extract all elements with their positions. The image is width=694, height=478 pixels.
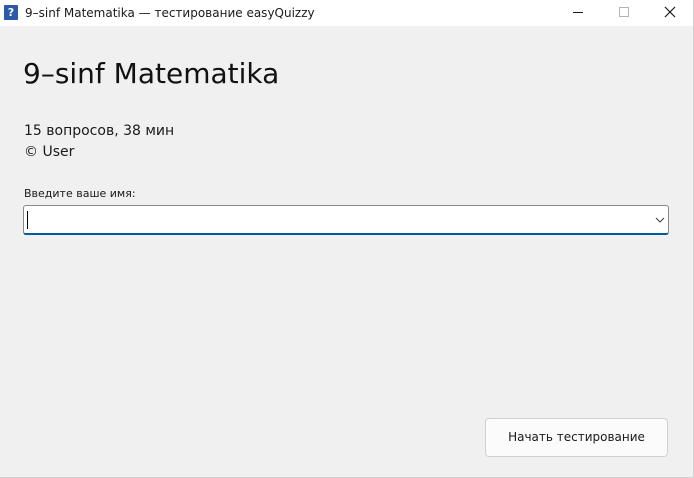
text-caret [27,211,28,229]
minimize-button[interactable] [555,0,601,26]
app-icon: ? [4,5,18,20]
name-combobox[interactable] [23,205,669,235]
maximize-button[interactable] [601,0,647,26]
page-title: 9–sinf Matematika [23,57,280,90]
app-window: ? 9–sinf Matematika — тестирование easyQ… [0,0,694,478]
test-summary: 15 вопросов, 38 мин [24,123,175,139]
name-input[interactable] [26,208,636,230]
name-field-label: Введите ваше имя: [24,187,136,200]
minimize-icon [573,12,583,13]
title-bar[interactable]: ? 9–sinf Matematika — тестирование easyQ… [0,0,693,26]
close-icon [664,6,676,18]
window-title: 9–sinf Matematika — тестирование easyQui… [25,6,315,20]
chevron-down-icon[interactable] [654,215,666,225]
close-button[interactable] [647,0,693,26]
maximize-icon [619,7,629,17]
start-test-button[interactable]: Начать тестирование [485,418,668,457]
test-author: © User [24,144,75,160]
